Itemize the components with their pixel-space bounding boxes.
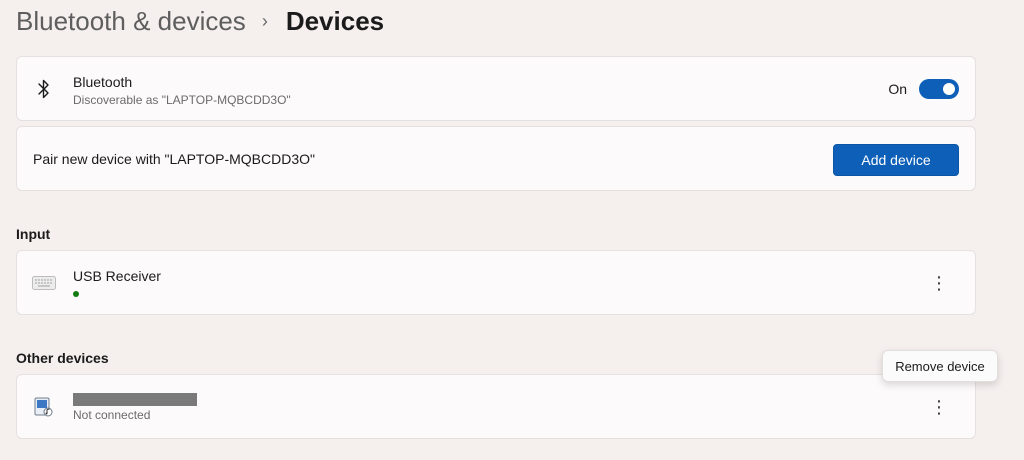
bluetooth-title: Bluetooth (73, 74, 133, 90)
device-status: Not connected (73, 408, 151, 422)
section-title-other-devices: Other devices (16, 350, 109, 366)
other-device-text: Not connected (73, 391, 197, 423)
remove-device-menu-item[interactable]: Remove device (895, 359, 985, 374)
pair-device-card: Pair new device with "LAPTOP-MQBCDD3O" A… (16, 126, 976, 191)
bluetooth-subtitle: Discoverable as "LAPTOP-MQBCDD3O" (73, 93, 291, 107)
device-row-other[interactable]: Not connected ⋮ (16, 374, 976, 439)
bluetooth-toggle-label: On (888, 80, 907, 97)
media-device-icon (31, 394, 57, 420)
bluetooth-icon (31, 76, 57, 102)
page-title: Devices (285, 5, 385, 36)
usb-receiver-text: USB Receiver (73, 267, 161, 297)
keyboard-icon (31, 270, 57, 296)
breadcrumb-parent[interactable]: Bluetooth & devices (16, 6, 246, 37)
pair-device-text: Pair new device with "LAPTOP-MQBCDD3O" (33, 150, 315, 167)
bluetooth-toggle-group: On (888, 78, 959, 99)
toggle-knob (943, 82, 955, 95)
bluetooth-toggle[interactable] (919, 78, 959, 99)
devices-settings-page: Bluetooth & devices › Devices Bluetooth … (0, 0, 1024, 460)
breadcrumb-separator: › (261, 10, 268, 31)
device-row-usb-receiver[interactable]: USB Receiver ⋮ (16, 250, 976, 315)
device-name: USB Receiver (73, 268, 161, 284)
redacted-device-name (73, 393, 197, 406)
add-device-button[interactable]: Add device (833, 144, 959, 176)
section-title-input: Input (16, 226, 51, 242)
bluetooth-card: Bluetooth Discoverable as "LAPTOP-MQBCDD… (16, 56, 976, 121)
bluetooth-text: Bluetooth Discoverable as "LAPTOP-MQBCDD… (73, 73, 291, 108)
breadcrumb: Bluetooth & devices › Devices (16, 4, 384, 38)
connected-status-dot (73, 291, 79, 297)
more-options-button[interactable]: ⋮ (927, 269, 951, 297)
context-menu: Remove device (882, 350, 998, 382)
more-options-button[interactable]: ⋮ (927, 393, 951, 421)
